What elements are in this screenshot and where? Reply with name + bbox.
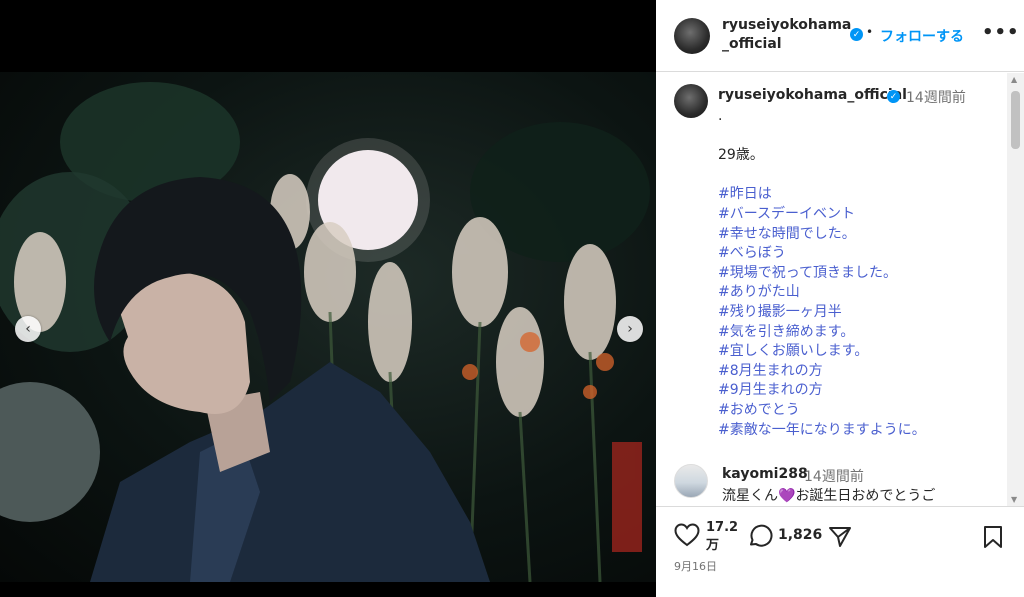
hashtag-link[interactable]: #気を引き締めます。	[718, 323, 998, 343]
caption-username-link[interactable]: ryuseiyokohama_official	[718, 87, 907, 103]
commenter-avatar[interactable]	[674, 464, 708, 498]
like-count-number: 17.2	[706, 520, 739, 535]
comment-timestamp[interactable]: 14週間前	[804, 466, 864, 486]
post-date[interactable]: 9月16日	[674, 558, 717, 574]
previous-image-button[interactable]: ‹	[15, 316, 41, 342]
caption-line: 29歳。	[718, 147, 764, 164]
post-side-panel: ryuseiyokohama_official ✓ • フォローする ••• r…	[656, 0, 1024, 597]
comments-scrollbar[interactable]: ▲ ▼	[1007, 73, 1024, 506]
caption-line	[718, 166, 998, 186]
hashtag-link[interactable]: #素敵な一年になりますように。	[718, 421, 998, 441]
hashtag-link[interactable]: #残り撮影一ヶ月半	[718, 303, 998, 323]
more-options-icon[interactable]: •••	[982, 22, 1020, 43]
caption-author-avatar[interactable]	[674, 84, 708, 118]
commenter-username-link[interactable]: kayomi288	[722, 466, 808, 482]
like-count-unit: 万	[706, 538, 720, 553]
hashtag-link[interactable]: #ありがた山	[718, 283, 998, 303]
caption-line: .	[718, 108, 723, 124]
author-username-link[interactable]: ryuseiyokohama_official	[722, 16, 852, 54]
author-avatar[interactable]	[674, 18, 710, 54]
purple-heart-emoji: 💜	[778, 488, 796, 504]
comment-text-part: お誕生日おめでとうご	[795, 488, 936, 504]
hashtag-link[interactable]: #べらぼう	[718, 244, 998, 264]
comments-section[interactable]: ryuseiyokohama_official ✓ 14週間前 . 29歳。 #昨日…	[656, 73, 1008, 506]
post-media: ‹ ›	[0, 0, 656, 597]
scrollbar-thumb[interactable]	[1011, 91, 1020, 149]
chevron-left-icon: ‹	[25, 321, 31, 337]
comment-text: 流星くん💜お誕生日おめでとうご	[722, 485, 935, 505]
caption-text: . 29歳。 #昨日は #バースデーイベント #幸せな時間でした。 #べらぼう #現場で祝っ…	[718, 107, 998, 440]
hashtag-link[interactable]: #おめでとう	[718, 401, 998, 421]
hashtag-link[interactable]: #幸せな時間でした。	[718, 225, 998, 245]
heart-icon[interactable]	[674, 523, 700, 551]
scroll-down-arrow-icon[interactable]: ▼	[1011, 495, 1017, 504]
next-image-button[interactable]: ›	[617, 316, 643, 342]
post-photo	[0, 72, 656, 582]
caption-line	[718, 127, 998, 147]
post-actions-bar: 17.2 万 1,826 9月16日	[656, 506, 1024, 597]
portrait-illustration	[0, 82, 650, 582]
hashtag-link[interactable]: #宜しくお願いします。	[718, 342, 998, 362]
post-header: ryuseiyokohama_official ✓ • フォローする •••	[656, 0, 1024, 72]
caption-timestamp[interactable]: 14週間前	[906, 87, 966, 107]
comment-count[interactable]: 1,826	[778, 527, 822, 543]
hashtag-link[interactable]: #9月生まれの方	[718, 381, 998, 401]
comment-bubble-icon[interactable]	[748, 524, 774, 552]
hashtag-link[interactable]: #バースデーイベント	[718, 205, 998, 225]
bookmark-icon[interactable]	[982, 525, 1004, 553]
verified-badge-icon: ✓	[887, 90, 900, 103]
hashtag-link[interactable]: #8月生まれの方	[718, 362, 998, 382]
follow-button[interactable]: フォローする	[880, 26, 964, 46]
separator-dot: •	[866, 25, 874, 39]
chevron-right-icon: ›	[627, 321, 633, 337]
comment-text-part: 流星くん	[722, 488, 778, 504]
verified-badge-icon: ✓	[850, 28, 863, 41]
hashtag-link[interactable]: #昨日は	[718, 185, 998, 205]
like-count[interactable]: 17.2 万	[706, 519, 738, 555]
paper-plane-icon[interactable]	[828, 525, 852, 553]
hashtag-link[interactable]: #現場で祝って頂きました。	[718, 264, 998, 284]
scroll-up-arrow-icon[interactable]: ▲	[1011, 75, 1017, 84]
